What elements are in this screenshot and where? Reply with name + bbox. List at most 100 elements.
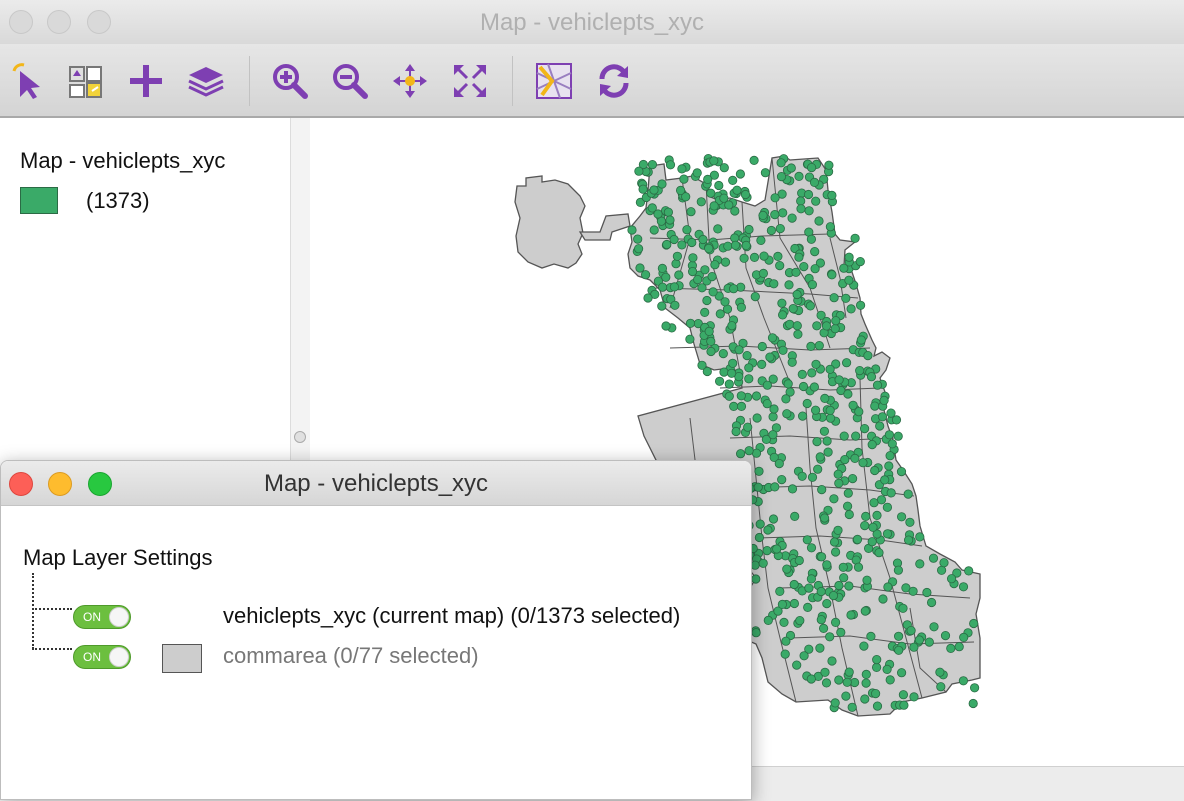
vehicle-point[interactable] xyxy=(908,586,918,596)
vehicle-point[interactable] xyxy=(915,559,925,569)
vehicle-point[interactable] xyxy=(657,179,667,189)
vehicle-point[interactable] xyxy=(909,692,919,702)
vehicle-point[interactable] xyxy=(751,628,761,638)
vehicle-point[interactable] xyxy=(657,282,668,292)
vehicle-point[interactable] xyxy=(740,189,751,200)
vehicle-point[interactable] xyxy=(880,475,890,485)
layer-label-vehiclepts[interactable]: vehiclepts_xyc (current map) (0/1373 sel… xyxy=(223,603,680,629)
vehicle-point[interactable] xyxy=(928,553,939,563)
vehicle-point[interactable] xyxy=(811,196,821,206)
vehicle-point[interactable] xyxy=(757,341,767,352)
vehicle-point[interactable] xyxy=(777,310,788,320)
vehicle-point[interactable] xyxy=(774,458,784,469)
vehicle-point[interactable] xyxy=(844,667,854,677)
layer-visibility-toggle[interactable]: ON xyxy=(73,645,131,669)
vehicle-point[interactable] xyxy=(859,423,870,434)
vehicle-point[interactable] xyxy=(799,262,809,272)
vehicle-point[interactable] xyxy=(653,209,663,219)
settings-titlebar[interactable]: Map - vehiclepts_xyc xyxy=(1,461,751,506)
vehicle-point[interactable] xyxy=(870,465,880,476)
vehicle-point[interactable] xyxy=(736,391,746,401)
vehicle-point[interactable] xyxy=(704,243,714,253)
vehicle-point[interactable] xyxy=(882,664,892,675)
vehicle-point[interactable] xyxy=(675,185,686,196)
vehicle-point[interactable] xyxy=(825,364,835,374)
vehicle-point[interactable] xyxy=(959,632,969,643)
vehicle-point[interactable] xyxy=(844,581,854,591)
vehicle-point[interactable] xyxy=(770,210,780,220)
vehicle-point[interactable] xyxy=(682,225,692,235)
vehicle-point[interactable] xyxy=(875,421,885,431)
vehicle-point[interactable] xyxy=(903,535,914,545)
vehicle-point[interactable] xyxy=(872,510,882,520)
vehicle-point[interactable] xyxy=(751,574,761,584)
vehicle-point[interactable] xyxy=(806,543,817,553)
vehicle-point[interactable] xyxy=(657,263,667,273)
vehicle-point[interactable] xyxy=(792,321,802,331)
vehicle-point[interactable] xyxy=(735,449,746,459)
vehicle-point[interactable] xyxy=(649,225,659,235)
vehicle-point[interactable] xyxy=(964,566,974,576)
zoom-in-button[interactable] xyxy=(270,61,310,101)
vehicle-point[interactable] xyxy=(635,263,645,273)
vehicle-point[interactable] xyxy=(879,395,889,405)
vehicle-point[interactable] xyxy=(893,431,903,441)
vehicle-point[interactable] xyxy=(804,206,814,216)
vehicle-point[interactable] xyxy=(872,654,882,665)
vehicle-point[interactable] xyxy=(777,599,787,609)
vehicle-point[interactable] xyxy=(720,257,731,267)
vehicle-point[interactable] xyxy=(850,233,860,243)
vehicle-point[interactable] xyxy=(870,401,880,411)
vehicle-point[interactable] xyxy=(872,701,883,711)
commarea-swatch[interactable] xyxy=(162,644,202,673)
vehicle-point[interactable] xyxy=(798,381,809,392)
vehicle-point[interactable] xyxy=(770,193,780,203)
vehicle-point[interactable] xyxy=(856,335,866,345)
vehicle-point[interactable] xyxy=(765,352,775,362)
vehicle-point[interactable] xyxy=(968,698,978,709)
vehicle-point[interactable] xyxy=(781,636,791,646)
vehicle-point[interactable] xyxy=(730,240,741,250)
vehicle-point[interactable] xyxy=(787,357,797,367)
vehicle-point[interactable] xyxy=(862,575,872,585)
vehicle-point[interactable] xyxy=(884,461,894,471)
vehicle-point[interactable] xyxy=(821,678,832,688)
vehicle-point[interactable] xyxy=(820,667,830,677)
vehicle-point[interactable] xyxy=(819,513,830,523)
vehicle-point[interactable] xyxy=(714,180,724,191)
vehicle-point[interactable] xyxy=(814,216,824,226)
vehicle-point[interactable] xyxy=(883,582,893,592)
vehicle-point[interactable] xyxy=(661,272,671,282)
vehicle-point[interactable] xyxy=(806,574,816,584)
vehicle-point[interactable] xyxy=(816,615,826,625)
vehicle-point[interactable] xyxy=(805,301,815,311)
vehicle-point[interactable] xyxy=(825,222,836,232)
legend-swatch[interactable] xyxy=(20,187,58,214)
vehicle-point[interactable] xyxy=(830,324,840,334)
vehicle-point[interactable] xyxy=(687,237,697,248)
vehicle-point[interactable] xyxy=(866,631,876,642)
vehicle-point[interactable] xyxy=(782,409,792,419)
vehicle-point[interactable] xyxy=(802,535,812,545)
vehicle-point[interactable] xyxy=(915,532,925,542)
vehicle-point[interactable] xyxy=(816,552,827,562)
vehicle-point[interactable] xyxy=(815,452,825,462)
vehicle-point[interactable] xyxy=(822,436,832,446)
vehicle-point[interactable] xyxy=(836,627,846,638)
vehicle-point[interactable] xyxy=(749,155,759,166)
select-tool-button[interactable] xyxy=(8,61,48,101)
vehicle-point[interactable] xyxy=(755,519,765,529)
vehicle-point[interactable] xyxy=(896,512,907,522)
vehicle-point[interactable] xyxy=(763,525,773,535)
vehicle-point[interactable] xyxy=(829,293,839,303)
vehicle-point[interactable] xyxy=(867,537,877,547)
vehicle-point[interactable] xyxy=(806,674,816,684)
vehicle-point[interactable] xyxy=(822,560,832,570)
vehicle-point[interactable] xyxy=(833,525,843,535)
vehicle-point[interactable] xyxy=(884,430,895,440)
vehicle-point[interactable] xyxy=(844,275,854,285)
vehicle-point[interactable] xyxy=(649,185,659,195)
vehicle-point[interactable] xyxy=(713,224,723,234)
vehicle-point[interactable] xyxy=(859,641,869,651)
vehicle-point[interactable] xyxy=(718,349,728,359)
